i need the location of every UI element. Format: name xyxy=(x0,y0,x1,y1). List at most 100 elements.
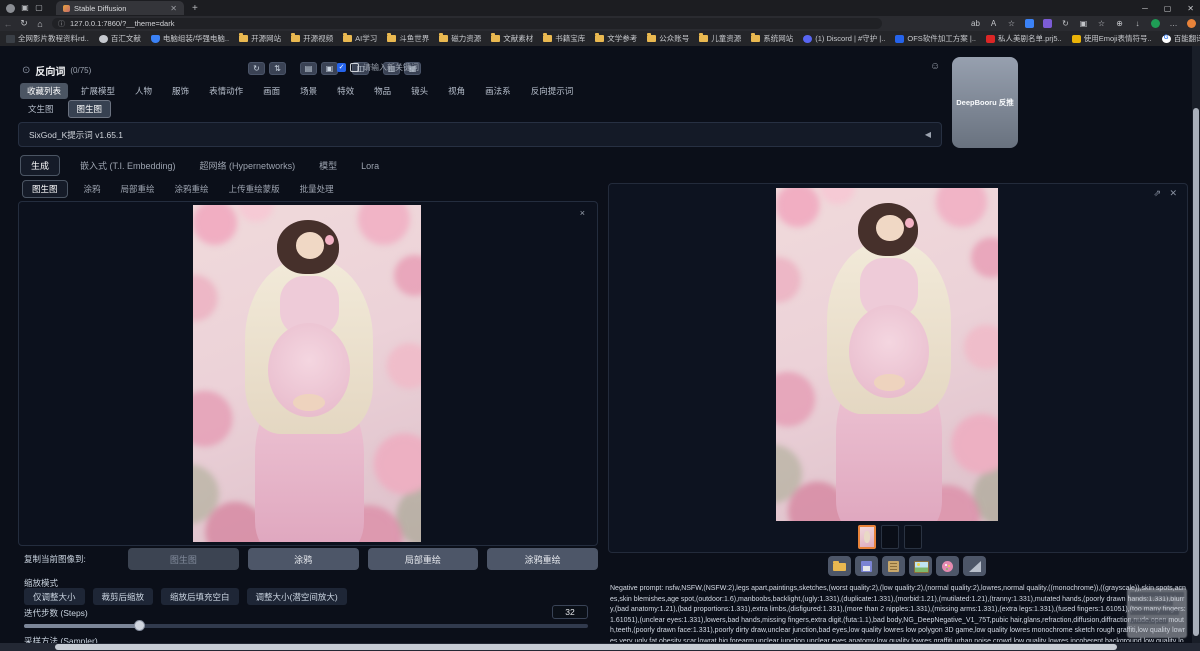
browser-toolbar-icon[interactable] xyxy=(1151,19,1160,28)
refresh-icon[interactable]: ↻ xyxy=(16,18,32,29)
img2img-tab[interactable]: 上传重绘蒙版 xyxy=(225,181,284,197)
copy-target-button[interactable]: 图生图 xyxy=(128,548,239,570)
category-tab[interactable]: 扩展模型 xyxy=(74,83,122,99)
bookmark-item[interactable]: 电脑组装/华强电脑.. xyxy=(151,33,229,44)
category-tab[interactable]: 人物 xyxy=(128,83,159,99)
bookmark-item[interactable]: (1) Discord | #守护 |.. xyxy=(803,33,885,44)
browser-toolbar-icon[interactable]: ↻ xyxy=(1061,16,1070,31)
new-tab-button[interactable]: + xyxy=(192,3,198,14)
keyword-checkbox[interactable]: ✓ xyxy=(337,63,346,72)
gallery-action-icon[interactable] xyxy=(963,556,986,576)
category-tab[interactable]: 表情动作 xyxy=(202,83,250,99)
bookmark-item[interactable]: 斗鱼世界 xyxy=(387,33,429,44)
close-icon[interactable]: × xyxy=(580,208,585,218)
img2img-tab[interactable]: 涂鸦 xyxy=(80,181,105,197)
category-tab[interactable]: 画面 xyxy=(256,83,287,99)
browser-toolbar-icon[interactable]: … xyxy=(1169,16,1178,31)
tab-close-icon[interactable]: ✕ xyxy=(170,4,177,13)
browser-toolbar-icon[interactable]: ab xyxy=(971,16,980,31)
category-tab[interactable]: 特效 xyxy=(330,83,361,99)
gallery-action-icon[interactable] xyxy=(828,556,851,576)
steps-slider[interactable] xyxy=(24,624,588,628)
thumbnail[interactable] xyxy=(904,525,922,549)
prompt-toolbar-icon[interactable]: ▤ xyxy=(300,62,317,75)
bookmark-item[interactable]: 开源视频 xyxy=(291,33,333,44)
resize-mode-option[interactable]: 裁剪后缩放 xyxy=(93,588,154,605)
mode-tab[interactable]: 图生图 xyxy=(68,100,112,118)
category-tab[interactable]: 收藏列表 xyxy=(20,83,68,99)
category-tab[interactable]: 镜头 xyxy=(404,83,435,99)
thumbnail[interactable] xyxy=(881,525,899,549)
address-bar[interactable]: ⓘ 127.0.0.1:7860/?__theme=dark xyxy=(52,18,882,29)
bookmark-item[interactable]: 私人美剧名单.prj5.. xyxy=(986,33,1062,44)
browser-toolbar-icon[interactable]: A xyxy=(989,16,998,31)
main-tab[interactable]: 超网络 (Hypernetworks) xyxy=(196,156,300,175)
browser-toolbar-icon[interactable] xyxy=(1187,19,1196,28)
bookmark-item[interactable]: 儿童资源 xyxy=(699,33,741,44)
gallery-action-icon[interactable] xyxy=(909,556,932,576)
steps-value-input[interactable]: 32 xyxy=(552,605,588,619)
bookmark-item[interactable]: AI学习 xyxy=(343,33,377,44)
main-tab[interactable]: Lora xyxy=(357,158,383,174)
browser-toolbar-icon[interactable]: ☆ xyxy=(1007,16,1016,31)
collapse-circle-icon[interactable]: ⊙ xyxy=(22,65,30,76)
bookmark-item[interactable]: 文献素材 xyxy=(491,33,533,44)
keyword-checkbox-empty[interactable] xyxy=(350,63,359,72)
browser-tab[interactable]: Stable Diffusion ✕ xyxy=(56,1,184,15)
browser-toolbar-icon[interactable] xyxy=(1043,19,1052,28)
window-maximize-button[interactable]: ▢ xyxy=(1164,4,1172,13)
prompt-toolbar-icon[interactable]: ↻ xyxy=(248,62,265,75)
horizontal-scrollbar[interactable] xyxy=(0,643,1200,651)
category-tab[interactable]: 物品 xyxy=(367,83,398,99)
img2img-tab[interactable]: 局部重绘 xyxy=(117,181,159,197)
resize-mode-option[interactable]: 缩放后填充空白 xyxy=(161,588,239,605)
slider-handle[interactable] xyxy=(134,620,145,631)
bookmark-item[interactable]: 百能翻译 Google.. xyxy=(1162,33,1200,44)
category-tab[interactable]: 画法系 xyxy=(478,83,518,99)
vertical-scrollbar[interactable] xyxy=(1192,46,1200,651)
img2img-tab[interactable]: 批量处理 xyxy=(296,181,338,197)
bookmark-item[interactable]: 开源网站 xyxy=(239,33,281,44)
browser-toolbar-icon[interactable] xyxy=(1025,19,1034,28)
browser-toolbar-icon[interactable]: ▣ xyxy=(1079,16,1088,31)
bookmark-item[interactable]: 系统网站 xyxy=(751,33,793,44)
thumbnail-selected[interactable] xyxy=(858,525,876,549)
vertical-scrollbar-thumb[interactable] xyxy=(1193,108,1199,636)
img2img-tab[interactable]: 图生图 xyxy=(22,180,68,198)
gallery-close-icon[interactable]: ✕ xyxy=(1169,188,1177,199)
new-keyword-input[interactable] xyxy=(363,63,473,72)
deepbooru-button[interactable]: DeepBooru 反推 xyxy=(952,57,1018,148)
prompt-toolbar-icon[interactable]: ⇅ xyxy=(269,62,286,75)
bookmark-item[interactable]: 使用Emoji表情符号.. xyxy=(1072,33,1152,44)
copy-target-button[interactable]: 局部重绘 xyxy=(368,548,479,570)
img2img-source-panel[interactable]: × xyxy=(18,201,598,546)
site-info-icon[interactable]: ⓘ xyxy=(58,19,65,29)
sixgod-accordion[interactable]: SixGod_K提示词 v1.65.1 ◀ xyxy=(18,122,942,147)
profile-icon[interactable] xyxy=(6,4,15,13)
generated-image[interactable] xyxy=(776,188,998,521)
home-icon[interactable]: ⌂ xyxy=(32,19,48,29)
gallery-action-icon[interactable] xyxy=(855,556,878,576)
workspaces-icon[interactable]: ▣ xyxy=(18,0,32,16)
window-minimize-button[interactable]: ─ xyxy=(1142,4,1148,13)
back-icon[interactable]: ← xyxy=(0,19,16,29)
bookmark-item[interactable]: 书籍宝库 xyxy=(543,33,585,44)
main-tab[interactable]: 生成 xyxy=(20,155,60,176)
main-tab[interactable]: 模型 xyxy=(315,156,341,175)
browser-toolbar-icon[interactable]: ☆ xyxy=(1097,16,1106,31)
tab-actions-icon[interactable]: ▢ xyxy=(32,0,46,16)
bookmark-item[interactable]: 百汇文献 xyxy=(99,33,141,44)
category-tab[interactable]: 视角 xyxy=(441,83,472,99)
window-close-button[interactable]: ✕ xyxy=(1187,4,1194,13)
bookmark-item[interactable]: 全网影片教程资料rd.. xyxy=(6,33,89,44)
emoji-icon[interactable]: ☺ xyxy=(930,61,940,72)
browser-toolbar-icon[interactable]: ⊕ xyxy=(1115,16,1124,31)
mode-tab[interactable]: 文生图 xyxy=(20,101,62,117)
bookmark-item[interactable]: 文学参考 xyxy=(595,33,637,44)
collapse-arrow-icon[interactable]: ◀ xyxy=(925,130,931,139)
bookmark-item[interactable]: 磁力资源 xyxy=(439,33,481,44)
category-tab[interactable]: 反向提示词 xyxy=(524,83,581,99)
gallery-action-icon[interactable] xyxy=(882,556,905,576)
main-tab[interactable]: 嵌入式 (T.I. Embedding) xyxy=(76,156,180,175)
gallery-action-icon[interactable] xyxy=(936,556,959,576)
